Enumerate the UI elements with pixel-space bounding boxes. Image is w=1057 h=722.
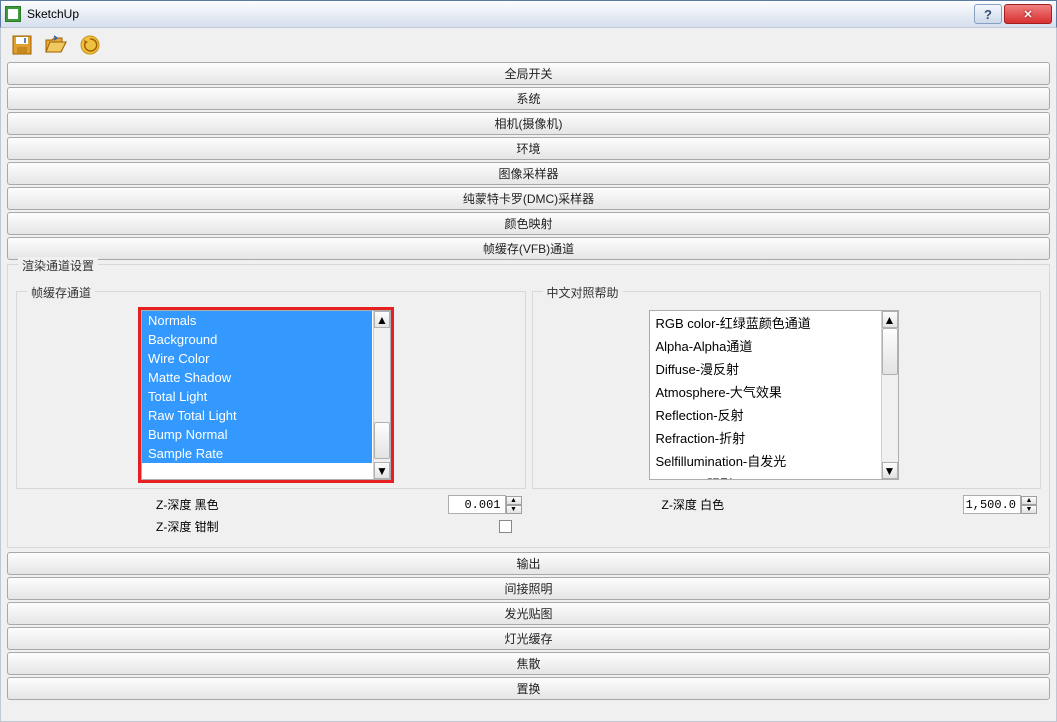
window-title: SketchUp (27, 7, 972, 21)
help-label: 中文对照帮助 (543, 284, 623, 301)
scrollbar[interactable]: ▲ ▼ (373, 311, 390, 479)
list-item[interactable]: Raw Total Light (142, 406, 372, 425)
z-depth-clamp-label: Z-深度 钳制 (156, 518, 296, 535)
z-depth-black-input[interactable] (448, 495, 506, 514)
panel-environment[interactable]: 环境 (7, 137, 1050, 160)
panel-indirect-illumination[interactable]: 间接照明 (7, 577, 1050, 600)
refresh-icon[interactable] (77, 32, 103, 58)
list-item[interactable]: Bump Normal (142, 425, 372, 444)
z-depth-white-label: Z-深度 白色 (662, 496, 802, 513)
toolbar (1, 28, 1056, 62)
spin-up-icon[interactable]: ▲ (506, 496, 522, 505)
list-item[interactable]: Matte Shadow (142, 368, 372, 387)
list-item[interactable]: Reflection-反射 (650, 403, 880, 426)
list-item[interactable]: Sample Rate (142, 444, 372, 463)
list-item[interactable]: Atmosphere-大气效果 (650, 380, 880, 403)
vfb-channel-listbox[interactable]: Normals Background Wire Color Matte Shad… (141, 310, 391, 480)
panel-dmc-sampler[interactable]: 纯蒙特卡罗(DMC)采样器 (7, 187, 1050, 210)
open-icon[interactable] (43, 32, 69, 58)
list-item[interactable]: Alpha-Alpha通道 (650, 334, 880, 357)
z-depth-white-row: Z-深度 白色 ▲ ▼ (532, 493, 1042, 516)
panel-global-switch[interactable]: 全局开关 (7, 62, 1050, 85)
list-item[interactable]: Background (142, 330, 372, 349)
help-fieldset: 中文对照帮助 RGB color-红绿蓝颜色通道 Alpha-Alpha通道 D… (532, 291, 1042, 489)
render-channel-label: 渲染通道设置 (18, 257, 98, 274)
scroll-up-icon[interactable]: ▲ (882, 311, 898, 328)
panel-irradiance-map[interactable]: 发光贴图 (7, 602, 1050, 625)
render-channel-fieldset: 渲染通道设置 帧缓存通道 Normals Background Wire Col… (7, 264, 1050, 548)
save-icon[interactable] (9, 32, 35, 58)
scroll-down-icon[interactable]: ▼ (882, 462, 898, 479)
right-column: 中文对照帮助 RGB color-红绿蓝颜色通道 Alpha-Alpha通道 D… (532, 287, 1042, 537)
list-item[interactable]: Wire Color (142, 349, 372, 368)
list-item[interactable]: Shadow-阴影 (650, 472, 880, 479)
help-button[interactable]: ? (974, 4, 1002, 24)
vfb-channel-fieldset: 帧缓存通道 Normals Background Wire Color Matt… (16, 291, 526, 489)
title-bar: SketchUp ? ✕ (0, 0, 1057, 28)
window-content: 全局开关 系统 相机(摄像机) 环境 图像采样器 纯蒙特卡罗(DMC)采样器 颜… (0, 28, 1057, 722)
z-depth-black-row: Z-深度 黑色 ▲ ▼ (16, 493, 526, 516)
spin-up-icon[interactable]: ▲ (1021, 496, 1037, 505)
spin-down-icon[interactable]: ▼ (1021, 505, 1037, 514)
app-icon (5, 6, 21, 22)
help-listbox[interactable]: RGB color-红绿蓝颜色通道 Alpha-Alpha通道 Diffuse-… (649, 310, 899, 480)
z-depth-black-label: Z-深度 黑色 (156, 496, 296, 513)
vfb-channel-label: 帧缓存通道 (27, 284, 95, 301)
scroll-up-icon[interactable]: ▲ (374, 311, 390, 328)
close-button[interactable]: ✕ (1004, 4, 1052, 24)
list-item[interactable]: Total Light (142, 387, 372, 406)
list-item[interactable]: RGB color-红绿蓝颜色通道 (650, 311, 880, 334)
list-item[interactable]: Selfillumination-自发光 (650, 449, 880, 472)
panels-top: 全局开关 系统 相机(摄像机) 环境 图像采样器 纯蒙特卡罗(DMC)采样器 颜… (1, 62, 1056, 260)
panel-camera[interactable]: 相机(摄像机) (7, 112, 1050, 135)
left-column: 帧缓存通道 Normals Background Wire Color Matt… (16, 287, 526, 537)
z-depth-white-input[interactable] (963, 495, 1021, 514)
list-item[interactable]: Normals (142, 311, 372, 330)
panels-bottom: 输出 间接照明 发光贴图 灯光缓存 焦散 置换 (1, 552, 1056, 700)
scrollbar[interactable]: ▲ ▼ (881, 311, 898, 479)
list-item[interactable]: Diffuse-漫反射 (650, 357, 880, 380)
list-item[interactable]: Refraction-折射 (650, 426, 880, 449)
render-channel-wrapper: 渲染通道设置 帧缓存通道 Normals Background Wire Col… (1, 264, 1056, 548)
spin-down-icon[interactable]: ▼ (506, 505, 522, 514)
panel-vfb-channels[interactable]: 帧缓存(VFB)通道 (7, 237, 1050, 260)
panel-output[interactable]: 输出 (7, 552, 1050, 575)
panel-caustics[interactable]: 焦散 (7, 652, 1050, 675)
panel-image-sampler[interactable]: 图像采样器 (7, 162, 1050, 185)
panel-system[interactable]: 系统 (7, 87, 1050, 110)
panel-light-cache[interactable]: 灯光缓存 (7, 627, 1050, 650)
z-depth-clamp-checkbox[interactable] (499, 520, 512, 533)
panel-displacement[interactable]: 置换 (7, 677, 1050, 700)
scroll-down-icon[interactable]: ▼ (374, 462, 390, 479)
z-depth-clamp-row: Z-深度 钳制 (16, 516, 526, 537)
panel-color-mapping[interactable]: 颜色映射 (7, 212, 1050, 235)
